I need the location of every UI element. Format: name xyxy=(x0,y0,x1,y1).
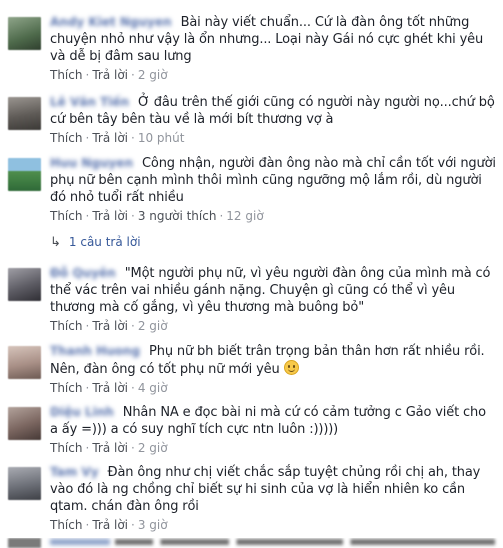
comment-actions: Thích · Trả lời · 2 giờ xyxy=(50,319,168,333)
timestamp[interactable]: 4 giờ xyxy=(138,381,168,395)
comment-actions: Thích · Trả lời · 4 giờ xyxy=(50,381,168,395)
comment-actions: Thích · Trả lời · 2 giờ xyxy=(50,441,168,455)
like-link[interactable]: Thích xyxy=(50,518,82,532)
view-replies-link[interactable]: ↳ 1 câu trả lời xyxy=(50,235,141,250)
comment-text: e đọc bài ni mà cứ có cảm tưởng c Gảo vi… xyxy=(50,405,486,437)
comment-text: Đàn ông như chị viết chắc sắp tuyệt chủn… xyxy=(50,465,481,514)
timestamp[interactable]: 3 giờ xyxy=(138,518,168,532)
like-link[interactable]: Thích xyxy=(50,209,82,223)
like-link[interactable]: Thích xyxy=(50,68,82,82)
comment-text xyxy=(115,539,495,545)
commenter-name[interactable]: Diệu Linh xyxy=(50,405,114,419)
avatar[interactable] xyxy=(8,17,41,50)
commenter-name xyxy=(50,539,110,545)
like-link[interactable]: Thích xyxy=(50,441,82,455)
reply-arrow-icon: ↳ xyxy=(50,235,61,250)
comment-actions: Thích · Trả lời · 3 người thích · 12 giờ xyxy=(50,209,264,223)
reply-link[interactable]: Trả lời xyxy=(92,319,128,333)
mention-link[interactable]: Nhân NA xyxy=(123,405,179,420)
timestamp[interactable]: 12 giờ xyxy=(226,209,263,223)
reply-link[interactable]: Trả lời xyxy=(92,518,128,532)
timestamp[interactable]: 10 phút xyxy=(138,131,185,145)
replies-count[interactable]: 1 câu trả lời xyxy=(69,235,141,249)
avatar xyxy=(8,538,41,548)
like-link[interactable]: Thích xyxy=(50,319,82,333)
comment-text: "Một người phụ nữ, vì yêu người đàn ông … xyxy=(50,266,491,315)
commenter-name[interactable]: Andy Kiet Nguyen xyxy=(50,15,172,29)
truncated-comment xyxy=(0,538,503,548)
comment-actions: Thích · Trả lời · 2 giờ xyxy=(50,68,168,82)
commenter-name[interactable]: Huu Nguyen xyxy=(50,156,133,170)
avatar[interactable] xyxy=(8,268,41,301)
likes-count[interactable]: 3 người thích xyxy=(138,209,217,223)
avatar[interactable] xyxy=(8,97,41,130)
commenter-name[interactable]: Tam Vy xyxy=(50,465,99,479)
avatar[interactable] xyxy=(8,346,41,379)
reply-link[interactable]: Trả lời xyxy=(92,131,128,145)
timestamp[interactable]: 2 giờ xyxy=(138,441,168,455)
comment-actions: Thích · Trả lời · 10 phút xyxy=(50,131,185,145)
smile-emoji-icon xyxy=(283,360,299,375)
comment-actions: Thích · Trả lời · 3 giờ xyxy=(50,518,168,532)
commenter-name[interactable]: Đỗ Quyên xyxy=(50,266,116,280)
commenter-name[interactable]: Thanh Huong xyxy=(50,344,140,358)
reply-link[interactable]: Trả lời xyxy=(92,209,128,223)
avatar[interactable] xyxy=(8,467,41,500)
avatar[interactable] xyxy=(8,407,41,440)
reply-link[interactable]: Trả lời xyxy=(92,381,128,395)
like-link[interactable]: Thích xyxy=(50,381,82,395)
avatar[interactable] xyxy=(8,158,41,191)
reply-link[interactable]: Trả lời xyxy=(92,441,128,455)
timestamp[interactable]: 2 giờ xyxy=(138,319,168,333)
commenter-name[interactable]: Lê Văn Tiến xyxy=(50,95,129,109)
reply-link[interactable]: Trả lời xyxy=(92,68,128,82)
timestamp[interactable]: 2 giờ xyxy=(138,68,168,82)
like-link[interactable]: Thích xyxy=(50,131,82,145)
